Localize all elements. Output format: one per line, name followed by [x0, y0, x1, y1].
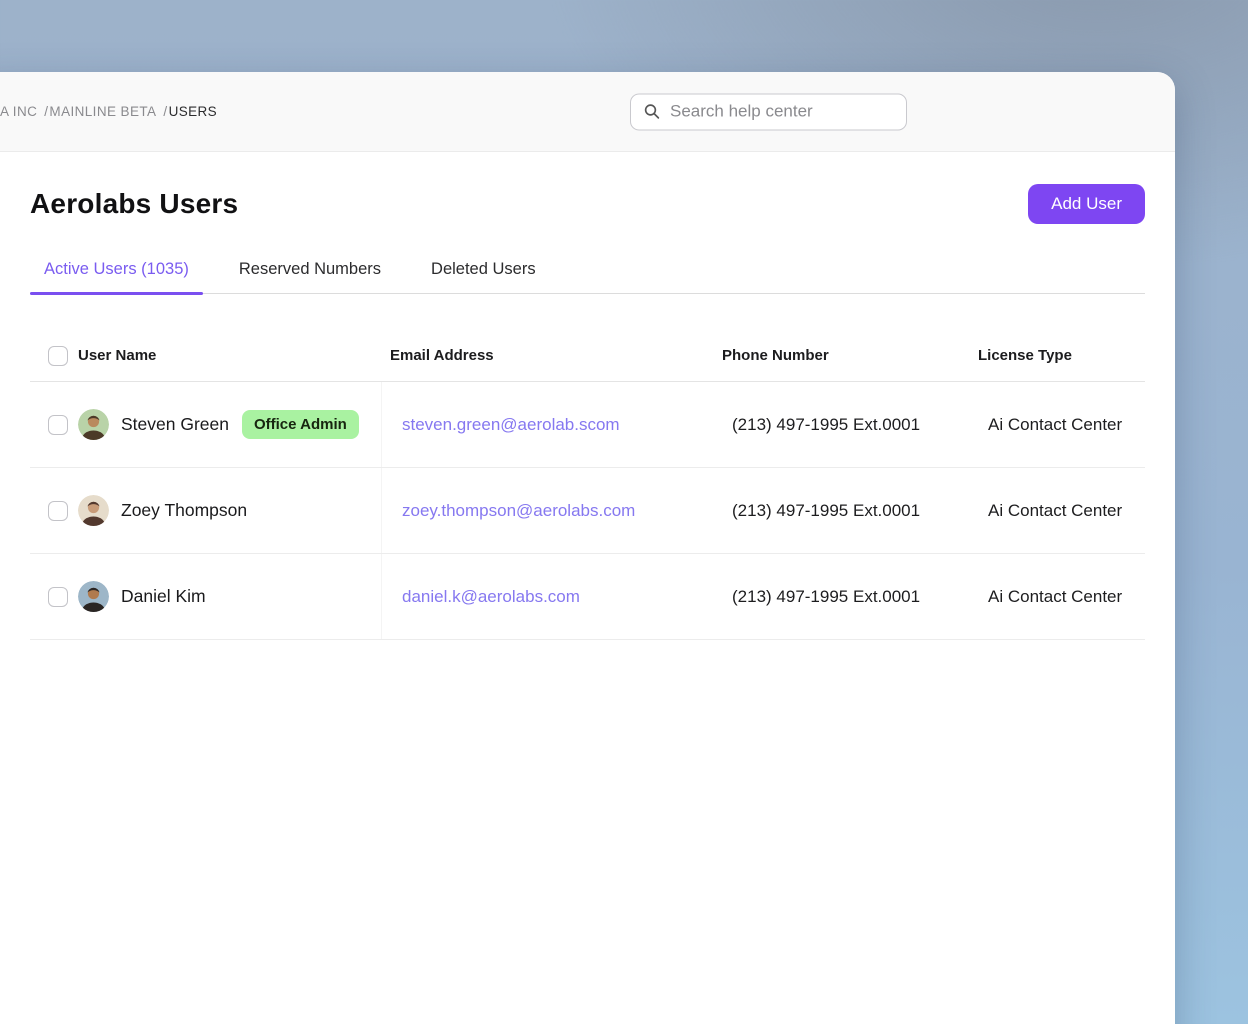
breadcrumb-separator: /	[44, 104, 48, 119]
user-name: Steven Green	[121, 414, 229, 435]
column-header-phone: Phone Number	[722, 347, 829, 364]
page-title: Aerolabs Users	[30, 188, 238, 220]
breadcrumb-separator: /	[163, 104, 167, 119]
row-checkbox[interactable]	[48, 587, 68, 607]
column-header-user-name: User Name	[78, 347, 156, 364]
user-name: Daniel Kim	[121, 586, 206, 607]
license-type: Ai Contact Center	[988, 587, 1122, 607]
row-checkbox[interactable]	[48, 501, 68, 521]
tab-bar: Active Users (1035) Reserved Numbers Del…	[30, 250, 1145, 294]
users-table: User Name Email Address Phone Number Lic…	[30, 330, 1145, 640]
row-checkbox[interactable]	[48, 415, 68, 435]
breadcrumb-item-company[interactable]: A INC	[0, 104, 37, 119]
user-name: Zoey Thompson	[121, 500, 247, 521]
top-bar: A INC / MAINLINE BETA / USERS	[0, 72, 1175, 152]
email-link[interactable]: daniel.k@aerolabs.com	[402, 587, 580, 607]
table-row: Daniel Kim daniel.k@aerolabs.com (213) 497…	[30, 554, 1145, 640]
column-header-license: License Type	[978, 347, 1072, 364]
tab-reserved-numbers[interactable]: Reserved Numbers	[225, 250, 395, 293]
tab-active-users[interactable]: Active Users (1035)	[30, 250, 203, 293]
breadcrumb: A INC / MAINLINE BETA / USERS	[0, 104, 217, 119]
select-all-checkbox[interactable]	[48, 346, 68, 366]
breadcrumb-item-users: USERS	[169, 104, 218, 119]
license-type: Ai Contact Center	[988, 501, 1122, 521]
email-link[interactable]: steven.green@aerolab.scom	[402, 415, 620, 435]
license-type: Ai Contact Center	[988, 415, 1122, 435]
user-avatar	[78, 409, 109, 440]
table-header-row: User Name Email Address Phone Number Lic…	[30, 330, 1145, 382]
table-body: Steven Green Office Admin steven.green@aer…	[30, 382, 1145, 640]
phone-number: (213) 497-1995 Ext.0001	[732, 415, 920, 435]
breadcrumb-item-mainline-beta[interactable]: MAINLINE BETA	[49, 104, 156, 119]
table-row: Zoey Thompson zoey.thompson@aerolabs.com (…	[30, 468, 1145, 554]
user-avatar	[78, 581, 109, 612]
phone-number: (213) 497-1995 Ext.0001	[732, 587, 920, 607]
tab-deleted-users[interactable]: Deleted Users	[417, 250, 550, 293]
role-badge: Office Admin	[242, 410, 359, 439]
email-link[interactable]: zoey.thompson@aerolabs.com	[402, 501, 635, 521]
help-search[interactable]	[630, 93, 907, 130]
search-input[interactable]	[670, 102, 894, 122]
search-icon	[643, 103, 661, 121]
table-row: Steven Green Office Admin steven.green@aer…	[30, 382, 1145, 468]
add-user-button[interactable]: Add User	[1028, 184, 1145, 224]
column-header-email: Email Address	[390, 347, 494, 364]
main-panel: A INC / MAINLINE BETA / USERS Aerolabs U…	[0, 72, 1175, 1024]
user-avatar	[78, 495, 109, 526]
phone-number: (213) 497-1995 Ext.0001	[732, 501, 920, 521]
